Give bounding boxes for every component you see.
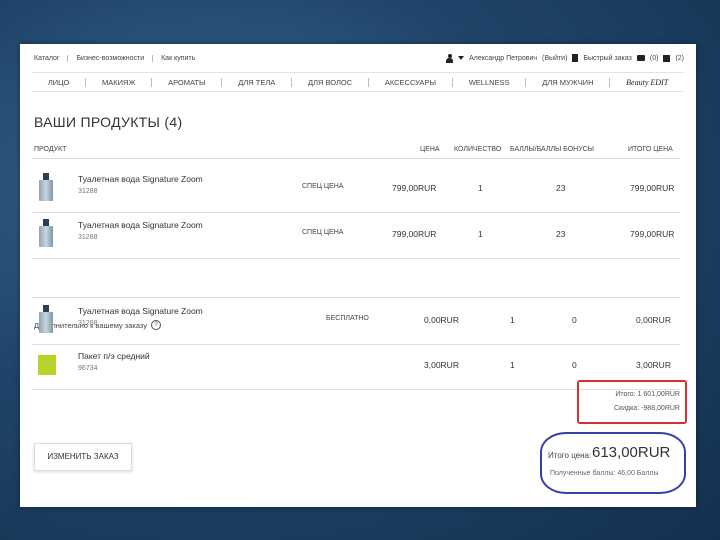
bag-icon: [38, 355, 56, 375]
quick-order-link[interactable]: Быстрый заказ: [583, 55, 631, 62]
col-product: ПРОДУКТ: [34, 146, 67, 153]
link-how-to-buy[interactable]: Как купить: [153, 55, 203, 62]
product-qty: 1: [510, 315, 515, 325]
product-code: 96734: [78, 365, 98, 372]
table-row: Туалетная вода Signature Zoom 31288 БЕСП…: [32, 297, 680, 345]
product-price: 0,00RUR: [424, 315, 459, 325]
product-price: 799,00RUR: [392, 229, 437, 239]
product-qty: 1: [478, 183, 483, 193]
menu-wellness[interactable]: WELLNESS: [453, 77, 527, 87]
menu-men[interactable]: ДЛЯ МУЖЧИН: [526, 77, 611, 87]
product-code: 31288: [78, 234, 98, 241]
product-total: 3,00RUR: [636, 360, 671, 370]
user-icon: [446, 53, 454, 63]
price-tag: СПЕЦ ЦЕНА: [302, 229, 344, 236]
product-price: 3,00RUR: [424, 360, 459, 370]
product-name[interactable]: Туалетная вода Signature Zoom: [78, 306, 203, 316]
menu-hair[interactable]: ДЛЯ ВОЛОС: [292, 77, 370, 87]
product-code: 31288: [78, 320, 98, 327]
total-value: 613,00RUR: [592, 444, 671, 461]
user-area: Александр Петрович (Выйти) Быстрый заказ…: [446, 53, 684, 63]
product-name[interactable]: Туалетная вода Signature Zoom: [78, 220, 203, 230]
product-qty: 1: [510, 360, 515, 370]
message-icon[interactable]: [636, 55, 645, 61]
col-price: ЦЕНА: [420, 146, 440, 153]
price-tag: БЕСПЛАТНО: [326, 315, 369, 322]
menu-body[interactable]: ДЛЯ ТЕЛА: [222, 77, 293, 87]
chevron-down-icon[interactable]: [458, 56, 465, 60]
product-name[interactable]: Пакет п/э средний: [78, 351, 150, 361]
user-name[interactable]: Александр Петрович: [469, 55, 537, 62]
product-name[interactable]: Туалетная вода Signature Zoom: [78, 174, 203, 184]
product-points: 23: [556, 183, 566, 193]
table-header: ПРОДУКТ ЦЕНА КОЛИЧЕСТВО БАЛЛЫ/БАЛЛЫ БОНУ…: [32, 144, 680, 159]
product-image[interactable]: [38, 305, 54, 333]
messages-count[interactable]: (0): [650, 55, 659, 62]
product-image[interactable]: [38, 350, 56, 375]
price-tag: СПЕЦ ЦЕНА: [302, 183, 344, 190]
menu-face[interactable]: ЛИЦО: [32, 77, 87, 87]
product-price: 799,00RUR: [392, 183, 437, 193]
bottle-icon: [38, 173, 54, 201]
product-image[interactable]: [38, 173, 54, 201]
discount-text: Скидка: -988,00RUR: [613, 405, 680, 412]
category-menu: ЛИЦО МАКИЯЖ АРОМАТЫ ДЛЯ ТЕЛА ДЛЯ ВОЛОС А…: [32, 72, 684, 92]
table-row: Туалетная вода Signature Zoom 31288 СПЕЦ…: [32, 166, 680, 213]
product-image[interactable]: [38, 219, 54, 247]
menu-makeup[interactable]: МАКИЯЖ: [86, 77, 153, 87]
total-label: Итого цена:: [548, 451, 592, 460]
menu-accessories[interactable]: АКСЕССУАРЫ: [369, 77, 453, 87]
cart-icon[interactable]: [663, 54, 671, 62]
bottle-icon: [38, 305, 54, 333]
product-points: 0: [572, 360, 577, 370]
product-total: 0,00RUR: [636, 315, 671, 325]
subtotal-text: Итого: 1 601,00RUR: [615, 391, 680, 398]
bottle-icon: [38, 219, 54, 247]
col-points: БАЛЛЫ/БАЛЛЫ БОНУСЫ: [510, 146, 594, 153]
product-qty: 1: [478, 229, 483, 239]
product-total: 799,00RUR: [630, 229, 675, 239]
table-row: Туалетная вода Signature Zoom 31288 СПЕЦ…: [32, 212, 680, 259]
top-bar: Каталог Бизнес-возможности Как купить Ал…: [32, 50, 684, 66]
summary-highlight: Итого: 1 601,00RUR Скидка: -988,00RUR: [577, 380, 687, 424]
link-business[interactable]: Бизнес-возможности: [68, 54, 154, 62]
col-total: ИТОГО ЦЕНА: [628, 146, 673, 153]
top-links: Каталог Бизнес-возможности Как купить: [32, 54, 203, 62]
menu-fragrance[interactable]: АРОМАТЫ: [152, 77, 223, 87]
product-points: 23: [556, 229, 566, 239]
document-icon: [572, 54, 579, 62]
points-earned: Полученные баллы: 46,00 Баллы: [550, 470, 659, 477]
menu-beauty-edit[interactable]: Beauty EDIT: [610, 78, 684, 87]
edit-order-button[interactable]: ИЗМЕНИТЬ ЗАКАЗ: [34, 443, 132, 471]
product-total: 799,00RUR: [630, 183, 675, 193]
link-catalog[interactable]: Каталог: [32, 54, 69, 62]
logout-link[interactable]: (Выйти): [542, 55, 567, 62]
product-points: 0: [572, 315, 577, 325]
col-qty: КОЛИЧЕСТВО: [454, 146, 502, 153]
total-highlight: Итого цена: 613,00RUR Полученные баллы: …: [540, 432, 686, 494]
page-title: ВАШИ ПРОДУКТЫ (4): [34, 114, 183, 130]
product-code: 31288: [78, 188, 98, 195]
order-page: Каталог Бизнес-возможности Как купить Ал…: [20, 44, 696, 507]
cart-count[interactable]: (2): [675, 55, 684, 62]
